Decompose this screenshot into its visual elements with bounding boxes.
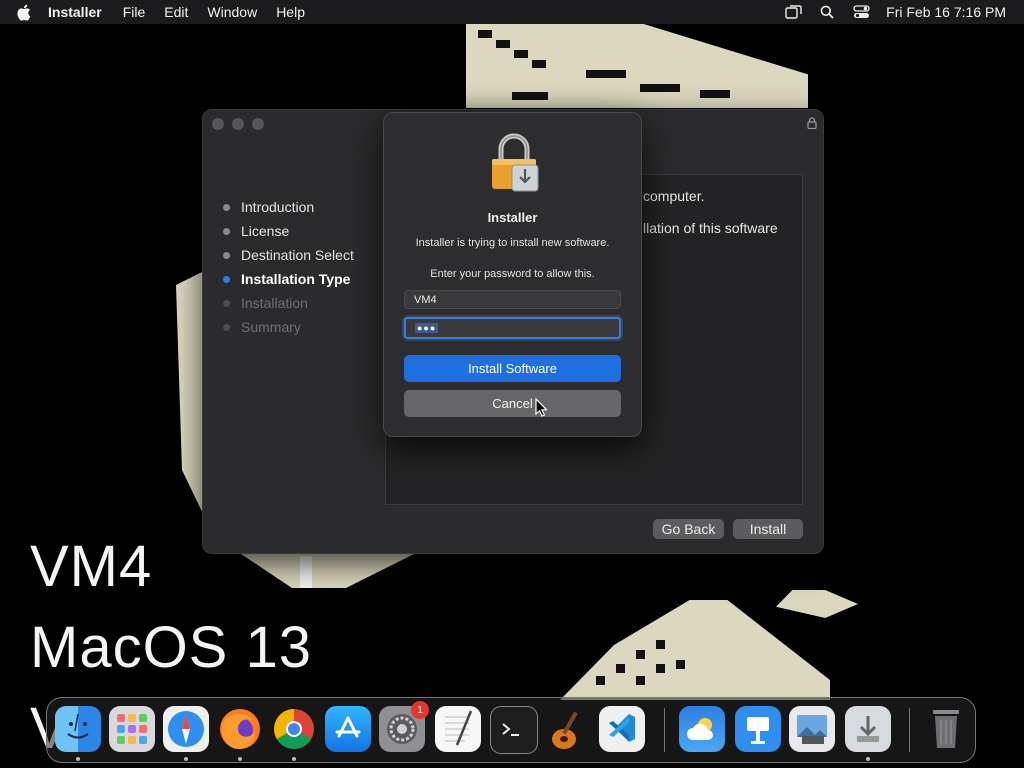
wallpaper-text-macos: MacOS 13 bbox=[30, 615, 312, 680]
keynote-icon[interactable] bbox=[735, 706, 781, 752]
cancel-button[interactable]: Cancel bbox=[404, 390, 621, 417]
close-window-button[interactable] bbox=[212, 118, 224, 130]
step-label: Introduction bbox=[241, 199, 315, 215]
step-bullet bbox=[223, 251, 230, 259]
screen-mirroring-icon[interactable] bbox=[784, 4, 802, 20]
garageband-icon[interactable] bbox=[545, 706, 591, 752]
password-dialog: Installer Installer is trying to install… bbox=[383, 112, 642, 437]
installer-steps: Introduction License Destination Select … bbox=[223, 195, 354, 339]
weather-icon[interactable] bbox=[679, 706, 725, 752]
step-label: Summary bbox=[241, 319, 301, 335]
trash-icon[interactable] bbox=[923, 706, 969, 752]
step-label: Destination Select bbox=[241, 247, 354, 263]
running-indicator bbox=[184, 757, 188, 761]
content-text-line-2: llation of this software bbox=[643, 220, 778, 236]
textedit-icon[interactable] bbox=[435, 706, 481, 752]
password-field[interactable]: ●●● bbox=[404, 317, 621, 339]
step-bullet bbox=[223, 203, 230, 211]
wallpaper-text-vm4: VM4 bbox=[30, 534, 153, 599]
username-field[interactable] bbox=[404, 290, 621, 309]
running-indicator bbox=[866, 757, 870, 761]
step-introduction: Introduction bbox=[223, 195, 354, 219]
step-license: License bbox=[223, 219, 354, 243]
notification-badge: 1 bbox=[411, 701, 429, 719]
chrome-icon[interactable] bbox=[271, 706, 317, 752]
terminal-icon[interactable] bbox=[490, 706, 538, 754]
dialog-message: Installer is trying to install new softw… bbox=[415, 237, 610, 249]
go-back-button[interactable]: Go Back bbox=[653, 519, 724, 539]
menu-app-name[interactable]: Installer bbox=[48, 4, 102, 20]
dock-separator bbox=[664, 708, 665, 752]
lock-installer-icon bbox=[488, 133, 540, 193]
control-center-icon[interactable] bbox=[852, 4, 870, 20]
zoom-window-button[interactable] bbox=[252, 118, 264, 130]
vscode-icon[interactable] bbox=[599, 706, 645, 752]
app-store-icon[interactable] bbox=[325, 706, 371, 752]
menu-window[interactable]: Window bbox=[207, 4, 257, 20]
step-bullet bbox=[223, 323, 230, 331]
system-settings-icon[interactable]: 1 bbox=[379, 701, 429, 752]
username-input[interactable] bbox=[414, 293, 620, 306]
preview-icon[interactable] bbox=[789, 706, 835, 752]
finder-icon[interactable] bbox=[55, 706, 101, 752]
step-bullet bbox=[223, 227, 230, 235]
safari-icon[interactable] bbox=[163, 706, 209, 752]
lock-icon bbox=[807, 116, 817, 130]
step-label: Installation Type bbox=[241, 271, 351, 287]
step-label: Installation bbox=[241, 295, 308, 311]
search-icon[interactable] bbox=[818, 4, 836, 20]
menu-edit[interactable]: Edit bbox=[164, 4, 188, 20]
step-label: License bbox=[241, 223, 290, 239]
running-indicator bbox=[76, 757, 80, 761]
step-summary: Summary bbox=[223, 315, 354, 339]
step-bullet bbox=[223, 299, 230, 307]
install-button[interactable]: Install bbox=[733, 519, 803, 539]
dialog-prompt: Enter your password to allow this. bbox=[430, 268, 595, 280]
step-bullet bbox=[223, 275, 230, 283]
step-installation-type: Installation Type bbox=[223, 267, 354, 291]
firefox-icon[interactable] bbox=[217, 706, 263, 752]
dock-separator bbox=[909, 708, 910, 752]
password-mask: ●●● bbox=[415, 323, 439, 333]
menu-file[interactable]: File bbox=[123, 4, 146, 20]
running-indicator bbox=[238, 757, 242, 761]
menu-help[interactable]: Help bbox=[276, 4, 305, 20]
installer-icon[interactable] bbox=[845, 706, 891, 752]
mouse-cursor-icon bbox=[535, 397, 549, 417]
dock: 1 bbox=[46, 697, 976, 763]
content-text-line-1: computer. bbox=[643, 188, 705, 204]
install-software-button[interactable]: Install Software bbox=[404, 355, 621, 382]
dialog-title: Installer bbox=[487, 210, 538, 225]
minimize-window-button[interactable] bbox=[232, 118, 244, 130]
launchpad-icon[interactable] bbox=[109, 706, 155, 752]
menu-bar: Installer File Edit Window Help Fri Feb … bbox=[0, 0, 1024, 24]
step-installation: Installation bbox=[223, 291, 354, 315]
step-destination-select: Destination Select bbox=[223, 243, 354, 267]
running-indicator bbox=[292, 757, 296, 761]
apple-icon[interactable] bbox=[16, 4, 36, 21]
menu-clock[interactable]: Fri Feb 16 7:16 PM bbox=[886, 4, 1006, 20]
